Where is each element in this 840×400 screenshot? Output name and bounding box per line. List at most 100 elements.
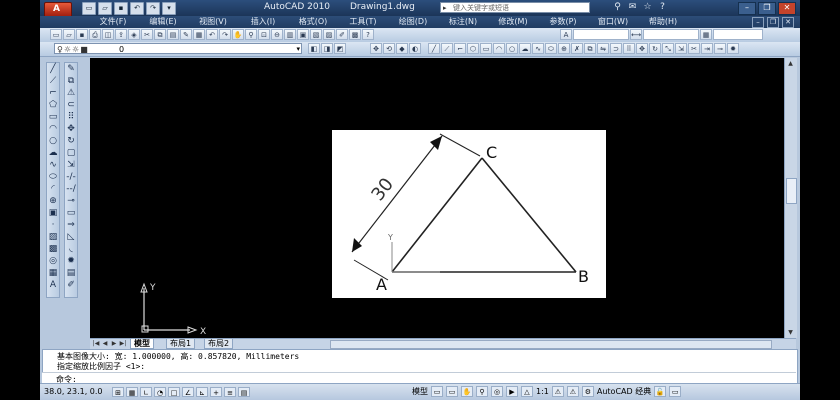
markup-icon[interactable]: ✐	[336, 29, 348, 40]
stretch-pal-icon[interactable]: ⇲	[65, 160, 77, 171]
tab-prev-icon[interactable]: ◀	[101, 339, 109, 348]
clean-screen-icon[interactable]: ▭	[669, 386, 682, 397]
menu-window[interactable]: 窗口(W)	[588, 16, 638, 28]
paste-icon[interactable]: ▤	[167, 29, 179, 40]
arc-tool-icon[interactable]: ◠	[493, 43, 505, 54]
sheet-set-icon[interactable]: ▨	[323, 29, 335, 40]
redo-icon[interactable]: ↷	[146, 2, 160, 15]
steering-wheel-icon[interactable]: ◎	[491, 386, 503, 397]
scroll-up-icon[interactable]: ▲	[786, 59, 795, 68]
rectangle-tool-icon[interactable]: ▭	[480, 43, 492, 54]
menu-insert[interactable]: 插入(I)	[238, 16, 288, 28]
redo-tb-icon[interactable]: ↷	[219, 29, 231, 40]
block-editor-icon[interactable]: ▦	[193, 29, 205, 40]
menu-view[interactable]: 视图(V)	[188, 16, 238, 28]
polygon-tool-icon[interactable]: ⬡	[467, 43, 479, 54]
doc-close-icon[interactable]: ✕	[782, 17, 794, 28]
point-icon[interactable]: ·	[47, 220, 59, 231]
array-pal-icon[interactable]: ⠿	[65, 112, 77, 123]
mirror-pal-icon[interactable]: ⚠	[65, 88, 77, 99]
mirror-icon[interactable]: ⇋	[597, 43, 609, 54]
table-icon[interactable]: ▦	[47, 268, 59, 279]
model-space-button[interactable]: 模型	[412, 386, 428, 397]
copy-pal-icon[interactable]: ⧉	[65, 76, 77, 87]
join-icon[interactable]: ⇒	[65, 220, 77, 231]
ellipse-pal-icon[interactable]: ⬭	[47, 172, 59, 183]
table-style-icon[interactable]: ▦	[700, 29, 712, 40]
dyn-toggle-icon[interactable]: +	[210, 387, 222, 397]
plot-preview-icon[interactable]: ◫	[102, 29, 114, 40]
menu-draw[interactable]: 绘图(D)	[388, 16, 438, 28]
coordinate-readout[interactable]: 38.0, 23.1, 0.0	[44, 387, 103, 396]
gradient-icon[interactable]: ▩	[47, 244, 59, 255]
snap-toggle-icon[interactable]: ⊞	[112, 387, 124, 397]
make-block-icon[interactable]: ▣	[47, 208, 59, 219]
communication-center-icon[interactable]: ✉	[627, 2, 638, 13]
insert-block-icon[interactable]: ⊕	[558, 43, 570, 54]
quick-view-layouts-icon[interactable]: ▭	[431, 386, 443, 397]
scale-pal-icon[interactable]: ▢	[65, 148, 77, 159]
showmotion-icon[interactable]: ▶	[506, 386, 518, 397]
annotation-scale-icon[interactable]: △	[521, 386, 533, 397]
circle-icon[interactable]: ○	[47, 136, 59, 147]
region-icon[interactable]: ◎	[47, 256, 59, 267]
scale-icon[interactable]: ⤡	[662, 43, 674, 54]
favorites-star-icon[interactable]: ☆	[642, 2, 653, 13]
qnew-icon[interactable]: ▭	[50, 29, 62, 40]
help-search-input[interactable]: ▸ 键入关键字或短语	[440, 2, 590, 13]
break-icon[interactable]: ⊸	[714, 43, 726, 54]
otrack-toggle-icon[interactable]: ∠	[182, 387, 194, 397]
polar-toggle-icon[interactable]: ◔	[154, 387, 166, 397]
erase-pal-icon[interactable]: ✎	[65, 64, 77, 75]
line-icon[interactable]: ╱	[47, 64, 59, 75]
undo-icon[interactable]: ↶	[130, 2, 144, 15]
properties-pal-icon[interactable]: ▤	[65, 268, 77, 279]
help-tb-icon[interactable]: ?	[362, 29, 374, 40]
rotate-pal-icon[interactable]: ↻	[65, 136, 77, 147]
pline-icon[interactable]: ⌐	[47, 88, 59, 99]
undo-tb-icon[interactable]: ↶	[206, 29, 218, 40]
construction-line-icon[interactable]: ⟋	[441, 43, 453, 54]
ellipse-icon[interactable]: ⬭	[545, 43, 557, 54]
minimize-icon[interactable]: –	[738, 2, 756, 15]
workspace-name[interactable]: AutoCAD 经典	[597, 386, 651, 397]
grid-toggle-icon[interactable]: ▦	[126, 387, 138, 397]
erase-icon[interactable]: ✗	[571, 43, 583, 54]
rectang-icon[interactable]: ▭	[47, 112, 59, 123]
qp-toggle-icon[interactable]: ▤	[238, 387, 250, 397]
move-icon[interactable]: ✥	[636, 43, 648, 54]
fillet-icon[interactable]: ◟	[65, 244, 77, 255]
lwt-toggle-icon[interactable]: ≡	[224, 387, 236, 397]
view-cube-icon[interactable]: ◆	[396, 43, 408, 54]
spline-icon[interactable]: ∿	[532, 43, 544, 54]
binoculars-icon[interactable]: ⚲	[612, 2, 623, 13]
properties-icon[interactable]: ▥	[284, 29, 296, 40]
osnap-toggle-icon[interactable]: □	[168, 387, 180, 397]
scroll-down-icon[interactable]: ▼	[786, 328, 795, 337]
match-pal-icon[interactable]: ✐	[65, 280, 77, 291]
scroll-thumb[interactable]	[786, 178, 797, 204]
orbit-icon[interactable]: ⟲	[383, 43, 395, 54]
3d-dwf-icon[interactable]: ◈	[128, 29, 140, 40]
menu-modify[interactable]: 修改(M)	[488, 16, 538, 28]
break-pal-icon[interactable]: ▭	[65, 208, 77, 219]
zoom-status-icon[interactable]: ⚲	[476, 386, 488, 397]
tab-last-icon[interactable]: ▶|	[119, 339, 127, 348]
text-style-combo[interactable]	[573, 29, 629, 40]
publish-icon[interactable]: ⇪	[115, 29, 127, 40]
move-pal-icon[interactable]: ✥	[65, 124, 77, 135]
layer-previous-icon[interactable]: ◩	[334, 43, 346, 54]
array-icon[interactable]: ⠿	[623, 43, 635, 54]
dim-style-combo[interactable]	[643, 29, 699, 40]
plot-icon[interactable]: ⎙	[89, 29, 101, 40]
hatch-icon[interactable]: ▨	[47, 232, 59, 243]
save-icon[interactable]: ▪	[114, 2, 128, 15]
save-drawing-icon[interactable]: ▪	[76, 29, 88, 40]
ellipse-arc-icon[interactable]: ◜	[47, 184, 59, 195]
tab-layout1[interactable]: 布局1	[166, 339, 196, 349]
explode-pal-icon[interactable]: ✹	[65, 256, 77, 267]
circle-tool-icon[interactable]: ○	[506, 43, 518, 54]
vertical-scrollbar[interactable]: ▲ ▼	[784, 58, 797, 338]
trim-icon[interactable]: ✂	[688, 43, 700, 54]
tab-model[interactable]: 模型	[130, 339, 154, 349]
